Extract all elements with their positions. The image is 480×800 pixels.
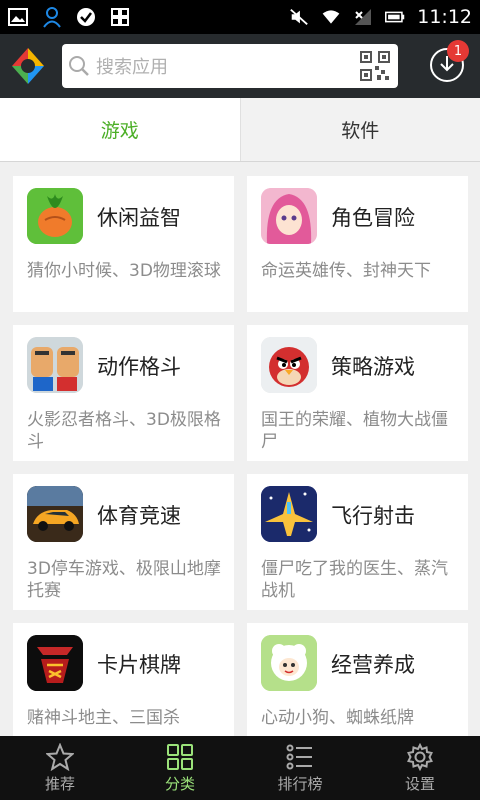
category-tabs: 游戏 软件 [0, 98, 480, 162]
category-description: 僵尸吃了我的医生、蒸汽战机 [261, 559, 448, 601]
category-card-action[interactable]: 动作格斗 火影忍者格斗、3D极限格斗 [13, 325, 234, 461]
search-input[interactable]: 搜索应用 [62, 44, 398, 88]
nav-category[interactable]: 分类 [120, 736, 240, 800]
category-title: 策略游戏 [331, 355, 415, 379]
list-icon [286, 744, 312, 769]
gear-icon [407, 742, 433, 771]
app-logo-icon[interactable] [8, 46, 48, 86]
category-description: 心动小狗、蜘蛛纸牌 [261, 708, 414, 728]
category-card-casual[interactable]: 休闲益智 猜你小时候、3D物理滚球 [13, 176, 234, 312]
nav-label: 排行榜 [277, 774, 323, 793]
bottom-nav: 推荐 分类 排行榜 设置 [0, 736, 480, 800]
anime-girl-game-icon [261, 188, 317, 244]
racing-car-game-icon [27, 486, 83, 542]
battery-icon [385, 7, 405, 27]
signal-icon [353, 7, 373, 27]
image-notification-icon [8, 7, 28, 27]
category-description: 火影忍者格斗、3D极限格斗 [27, 410, 221, 452]
category-description: 3D停车游戏、极限山地摩托赛 [27, 559, 221, 601]
category-title: 角色冒险 [331, 206, 415, 230]
status-bar: 11:12 [0, 0, 480, 34]
mute-icon [289, 7, 309, 27]
sheep-game-icon [261, 635, 317, 691]
sanguosha-game-icon [27, 635, 83, 691]
qr-scan-icon[interactable] [360, 51, 390, 81]
apps-grid-icon [110, 7, 130, 27]
category-title: 经营养成 [331, 653, 415, 677]
tab-games[interactable]: 游戏 [0, 98, 240, 161]
top-bar: 搜索应用 1 [0, 34, 480, 98]
category-card-cards[interactable]: 卡片棋牌 赌神斗地主、三国杀 [13, 623, 234, 736]
star-icon [46, 742, 74, 771]
category-card-shooter[interactable]: 飞行射击 僵尸吃了我的医生、蒸汽战机 [247, 474, 468, 610]
category-title: 飞行射击 [331, 504, 415, 528]
nav-label: 分类 [164, 774, 195, 793]
category-description: 猜你小时候、3D物理滚球 [27, 261, 221, 281]
category-description: 命运英雄传、封神天下 [261, 261, 431, 281]
nav-recommend[interactable]: 推荐 [0, 736, 120, 800]
nav-ranking[interactable]: 排行榜 [240, 736, 360, 800]
carrot-game-icon [27, 188, 83, 244]
user-lock-icon [42, 7, 62, 28]
nav-label: 设置 [404, 774, 435, 793]
category-description: 赌神斗地主、三国杀 [27, 708, 180, 728]
angry-bird-game-icon [261, 337, 317, 393]
category-title: 休闲益智 [97, 206, 181, 230]
category-title: 动作格斗 [97, 355, 181, 379]
category-title: 体育竞速 [97, 504, 181, 528]
tab-software[interactable]: 软件 [239, 98, 480, 161]
category-card-racing[interactable]: 体育竞速 3D停车游戏、极限山地摩托赛 [13, 474, 234, 610]
search-icon [69, 56, 89, 76]
nav-label: 推荐 [44, 774, 75, 793]
category-card-simulation[interactable]: 经营养成 心动小狗、蜘蛛纸牌 [247, 623, 468, 736]
category-description: 国王的荣耀、植物大战僵尸 [261, 410, 448, 452]
category-card-rpg[interactable]: 角色冒险 命运英雄传、封神天下 [247, 176, 468, 312]
grid-icon [167, 743, 193, 770]
download-count-badge: 1 [447, 40, 469, 62]
fighter-game-icon [27, 337, 83, 393]
clock: 11:12 [417, 6, 472, 28]
search-placeholder: 搜索应用 [96, 57, 168, 78]
category-card-strategy[interactable]: 策略游戏 国王的荣耀、植物大战僵尸 [247, 325, 468, 461]
category-title: 卡片棋牌 [97, 653, 181, 677]
wifi-icon [321, 7, 341, 27]
category-grid: 休闲益智 猜你小时候、3D物理滚球 角色冒险 命运英雄传、封神天下 动作格斗 火… [0, 162, 480, 736]
check-circle-icon [76, 7, 96, 27]
nav-settings[interactable]: 设置 [360, 736, 480, 800]
jet-fighter-game-icon [261, 486, 317, 542]
